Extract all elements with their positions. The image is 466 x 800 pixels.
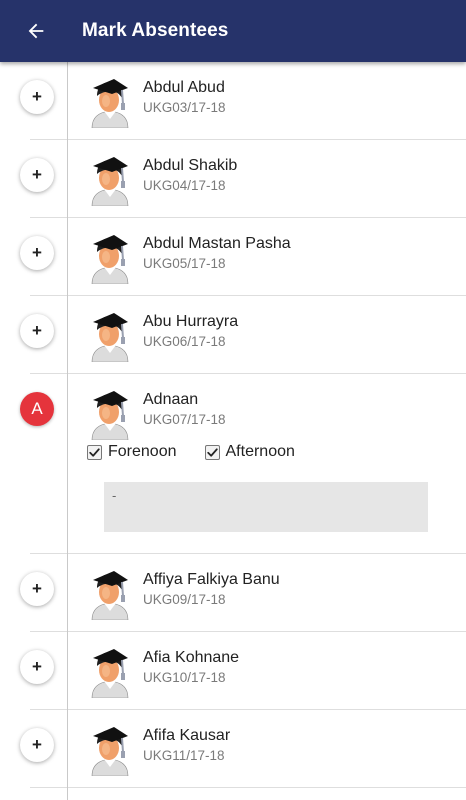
checkmark-icon (87, 444, 102, 460)
student-name: Abdul Abud (143, 79, 225, 96)
mark-absent-button[interactable]: + (20, 572, 54, 606)
afternoon-label: Afternoon (225, 443, 295, 460)
list-item: + Abdul Mastan Pasha UKG05/17-18 (20, 218, 466, 296)
student-name: Afifa Kausar (143, 727, 231, 744)
page-title: Mark Absentees (82, 20, 229, 41)
mark-absent-button[interactable]: + (20, 314, 54, 348)
student-name: Afia Kohnane (143, 649, 240, 666)
student-avatar-icon (91, 727, 129, 776)
student-name: Abdul Mastan Pasha (143, 235, 291, 252)
timeline-divider (67, 62, 68, 800)
list-item: + Afifa Kausar UKG11/17-18 (20, 710, 466, 788)
list-item: + Abdul Abud UKG03/17-18 (20, 62, 466, 140)
student-avatar-icon (91, 571, 129, 620)
student-avatar-icon (91, 391, 129, 440)
list-item-expanded: A Adnaan UKG07/17-18 Forenoon Afternoon … (20, 374, 466, 554)
student-code: UKG05/17-18 (143, 256, 226, 271)
session-checkboxes: Forenoon Afternoon (87, 443, 323, 461)
mark-absent-button[interactable]: + (20, 158, 54, 192)
student-code: UKG09/17-18 (143, 592, 226, 607)
absent-status-badge[interactable]: A (20, 392, 54, 426)
list-item: + Affiya Falkiya Banu UKG09/17-18 (20, 554, 466, 632)
student-name: Adnaan (143, 391, 199, 408)
student-avatar-icon (91, 79, 129, 128)
remark-input[interactable]: - (104, 482, 428, 532)
list-item: + Afia Kohnane UKG10/17-18 (20, 632, 466, 710)
student-name: Abu Hurrayra (143, 313, 239, 330)
student-avatar-icon (91, 235, 129, 284)
mark-absent-button[interactable]: + (20, 80, 54, 114)
student-avatar-icon (91, 157, 129, 206)
checkmark-icon (204, 444, 220, 460)
student-avatar-icon (91, 649, 129, 698)
list-item: + Abu Hurrayra UKG06/17-18 (20, 296, 466, 374)
student-code: UKG03/17-18 (143, 100, 226, 115)
arrow-left-icon (28, 23, 44, 39)
student-code: UKG07/17-18 (143, 412, 226, 427)
mark-absent-button[interactable]: + (20, 728, 54, 762)
list-item: + Abdul Shakib UKG04/17-18 (20, 140, 466, 218)
student-avatar-icon (91, 313, 129, 362)
forenoon-label: Forenoon (108, 443, 177, 460)
student-list: + Abdul Abud UKG03/17-18 + Abdul Shakib (0, 62, 466, 788)
student-code: UKG10/17-18 (143, 670, 226, 685)
mark-absent-button[interactable]: + (20, 236, 54, 270)
back-button[interactable] (0, 0, 72, 62)
student-name: Abdul Shakib (143, 157, 238, 174)
student-code: UKG11/17-18 (143, 748, 225, 763)
app-bar: Mark Absentees (0, 0, 466, 62)
forenoon-checkbox[interactable]: Forenoon (87, 443, 177, 461)
afternoon-checkbox[interactable]: Afternoon (204, 443, 295, 461)
student-code: UKG06/17-18 (143, 334, 226, 349)
student-name: Affiya Falkiya Banu (143, 571, 280, 588)
student-code: UKG04/17-18 (143, 178, 226, 193)
mark-absent-button[interactable]: + (20, 650, 54, 684)
